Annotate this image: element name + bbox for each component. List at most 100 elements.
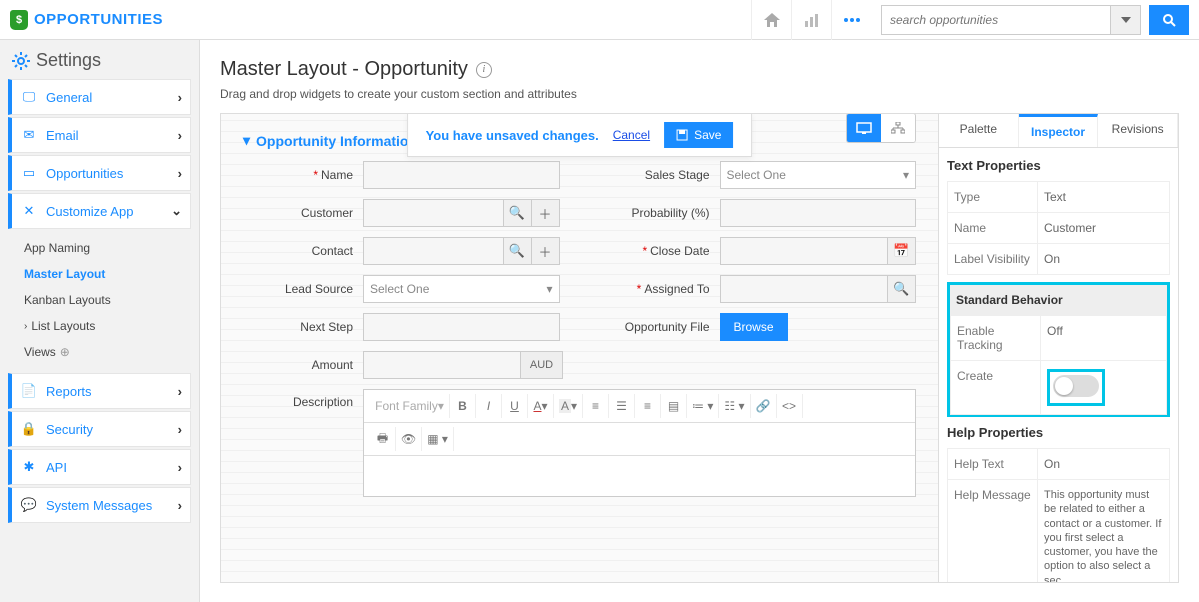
amount-input[interactable]: [363, 351, 521, 379]
bg-color-icon[interactable]: A ▾: [554, 394, 583, 418]
app-logo[interactable]: $ OPPORTUNITIES: [10, 10, 163, 30]
settings-header: Settings: [8, 50, 191, 71]
probability-input[interactable]: [720, 199, 917, 227]
sub-kanban-layouts[interactable]: Kanban Layouts: [20, 287, 191, 313]
preview-icon[interactable]: 👁: [396, 427, 422, 451]
calendar-icon[interactable]: 📅: [888, 237, 916, 265]
tab-palette[interactable]: Palette: [939, 114, 1019, 147]
align-left-icon[interactable]: ≡: [583, 394, 609, 418]
align-justify-icon[interactable]: ▤: [661, 394, 687, 418]
prop-type: TypeText: [947, 181, 1170, 213]
nav-system-messages[interactable]: 💬System Messages›: [8, 487, 191, 523]
nav-security[interactable]: 🔒Security›: [8, 411, 191, 447]
tab-revisions[interactable]: Revisions: [1098, 114, 1178, 147]
lead-source-select[interactable]: Select One▾: [363, 275, 560, 303]
nav-customize-app[interactable]: ✕Customize App⌄: [8, 193, 191, 229]
chart-icon[interactable]: [791, 0, 831, 40]
close-date-input[interactable]: [720, 237, 889, 265]
info-icon[interactable]: i: [476, 62, 492, 78]
rich-text-editor[interactable]: Font Family ▾ B I U A ▾ A ▾ ≡ ☰ ≡ ▤: [363, 389, 916, 497]
prop-help-text[interactable]: Help TextOn: [947, 448, 1170, 480]
sub-master-layout[interactable]: Master Layout: [20, 261, 191, 287]
standard-behavior-header: Standard Behavior: [950, 285, 1167, 315]
prop-create: Create: [950, 360, 1167, 415]
customer-input[interactable]: [363, 199, 504, 227]
field-probability[interactable]: Probability (%): [600, 199, 917, 227]
field-sales-stage[interactable]: Sales StageSelect One▾: [600, 161, 917, 189]
standard-behavior-box: Standard Behavior Enable TrackingOff Cre…: [947, 282, 1170, 417]
more-icon[interactable]: [831, 0, 871, 40]
search-icon[interactable]: 🔍: [888, 275, 916, 303]
link-icon[interactable]: 🔗: [751, 394, 777, 418]
nav-opportunities[interactable]: ▭Opportunities›: [8, 155, 191, 191]
field-description[interactable]: Description Font Family ▾ B I U A ▾ A ▾: [243, 389, 916, 497]
search-button[interactable]: [1149, 5, 1189, 35]
chevron-right-icon: ›: [178, 498, 182, 513]
contact-input[interactable]: [363, 237, 504, 265]
field-customer[interactable]: Customer🔍＋: [243, 199, 560, 227]
field-assigned-to[interactable]: *Assigned To🔍: [600, 275, 917, 303]
unsaved-banner: ➘ You have unsaved changes. Cancel Save: [407, 114, 753, 157]
field-opportunity-file[interactable]: Opportunity FileBrowse: [600, 313, 917, 341]
align-center-icon[interactable]: ☰: [609, 394, 635, 418]
search-icon[interactable]: 🔍: [504, 237, 532, 265]
tree-view-toggle[interactable]: [881, 114, 915, 142]
create-toggle[interactable]: [1053, 375, 1099, 397]
plus-icon[interactable]: ＋: [532, 199, 560, 227]
layout-canvas: ➘ You have unsaved changes. Cancel Save: [220, 113, 939, 583]
chevron-right-icon: ›: [178, 422, 182, 437]
sub-list-layouts[interactable]: ›List Layouts: [20, 313, 191, 339]
desktop-view-toggle[interactable]: [847, 114, 881, 142]
print-icon[interactable]: 🖶: [370, 427, 396, 451]
search-input[interactable]: [881, 5, 1111, 35]
message-icon: 💬: [20, 497, 38, 513]
underline-icon[interactable]: U: [502, 394, 528, 418]
text-color-icon[interactable]: A ▾: [528, 394, 554, 418]
code-icon[interactable]: <>: [777, 394, 803, 418]
list-number-icon[interactable]: ☷ ▾: [719, 394, 750, 418]
field-lead-source[interactable]: Lead SourceSelect One▾: [243, 275, 560, 303]
field-close-date[interactable]: *Close Date📅: [600, 237, 917, 265]
nav-general[interactable]: 🖵General›: [8, 79, 191, 115]
sub-app-naming[interactable]: App Naming: [20, 235, 191, 261]
nav-email[interactable]: ✉Email›: [8, 117, 191, 153]
sales-stage-select[interactable]: Select One▾: [720, 161, 917, 189]
content: Master Layout - Opportunityi Drag and dr…: [200, 40, 1199, 602]
next-step-input[interactable]: [363, 313, 560, 341]
prop-help-message[interactable]: Help MessageThis opportunity must be rel…: [947, 479, 1170, 582]
cancel-link[interactable]: Cancel: [613, 128, 650, 142]
card-icon: ▭: [20, 165, 38, 181]
rte-body[interactable]: [364, 456, 915, 496]
home-icon[interactable]: [751, 0, 791, 40]
save-button[interactable]: Save: [664, 122, 733, 148]
tab-inspector[interactable]: Inspector: [1019, 114, 1099, 147]
chevron-right-icon: ›: [178, 90, 182, 105]
field-name[interactable]: *Name: [243, 161, 560, 189]
field-contact[interactable]: Contact🔍＋: [243, 237, 560, 265]
reports-icon: 📄: [20, 383, 38, 399]
search-dropdown[interactable]: [1111, 5, 1141, 35]
list-bullet-icon[interactable]: ≔ ▾: [687, 394, 719, 418]
font-family-select[interactable]: Font Family ▾: [370, 394, 450, 418]
chevron-right-icon: ›: [178, 384, 182, 399]
field-next-step[interactable]: Next Step: [243, 313, 560, 341]
chevron-right-icon: ›: [178, 128, 182, 143]
prop-enable-tracking[interactable]: Enable TrackingOff: [950, 315, 1167, 361]
unsaved-message: You have unsaved changes.: [426, 128, 599, 143]
align-right-icon[interactable]: ≡: [635, 394, 661, 418]
prop-label-visibility[interactable]: Label VisibilityOn: [947, 243, 1170, 275]
name-input[interactable]: [363, 161, 560, 189]
browse-button[interactable]: Browse: [720, 313, 788, 341]
italic-icon[interactable]: I: [476, 394, 502, 418]
customize-sub-items: App Naming Master Layout Kanban Layouts …: [8, 231, 191, 373]
search-icon[interactable]: 🔍: [504, 199, 532, 227]
sub-views[interactable]: Views ⊕: [20, 339, 191, 365]
field-amount[interactable]: AmountAUD: [243, 351, 563, 379]
table-icon[interactable]: ▦ ▾: [422, 427, 454, 451]
nav-api[interactable]: ✱API›: [8, 449, 191, 485]
plus-icon[interactable]: ＋: [532, 237, 560, 265]
assigned-to-input[interactable]: [720, 275, 889, 303]
hint-arrow-icon: ➘: [683, 113, 712, 121]
bold-icon[interactable]: B: [450, 394, 476, 418]
nav-reports[interactable]: 📄Reports›: [8, 373, 191, 409]
